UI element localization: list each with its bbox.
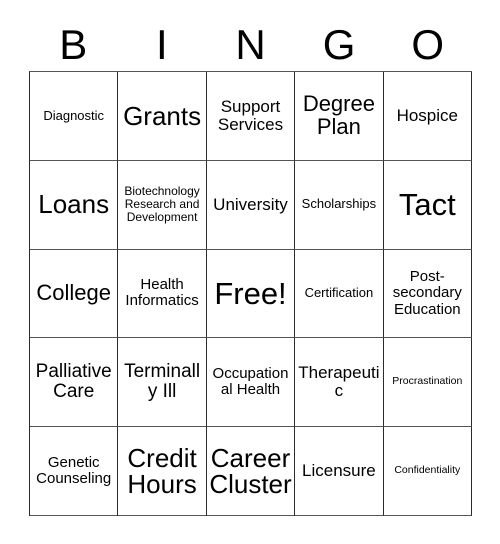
bingo-cell-label: Career Cluster [209,442,292,500]
bingo-cell-label: Biotechnology Research and Development [124,183,200,225]
bingo-cell-label: Degree Plan [302,91,375,139]
bingo-cell[interactable]: College [30,249,119,339]
bingo-cell[interactable]: Credit Hours [118,427,207,516]
bingo-cell[interactable]: Licensure [295,427,384,516]
bingo-cell-label: Therapeutic [298,362,380,401]
bingo-cell[interactable]: Therapeutic [295,338,384,428]
bingo-cell-label: Hospice [396,105,458,125]
bingo-header-letter-o: O [411,20,444,68]
bingo-cell-label: Health Informatics [125,275,199,310]
bingo-cell-label: Licensure [302,460,376,480]
bingo-cell[interactable]: Grants [118,72,207,161]
bingo-cell-label: Terminally Ill [124,361,201,403]
bingo-cell-label: Grants [123,100,202,131]
bingo-cell[interactable]: Support Services [206,72,296,161]
bingo-cell[interactable]: Certification [295,249,384,339]
bingo-cell-label: University [213,194,288,214]
bingo-cell-label: Genetic Counseling [36,453,112,488]
bingo-cell[interactable]: Confidentiality [383,427,472,516]
bingo-cell-label: Support Services [217,96,284,134]
bingo-cell[interactable]: Health Informatics [118,249,207,339]
bingo-cell-label: Post-secondary Education [392,267,462,318]
bingo-cell[interactable]: Terminally Ill [118,338,207,428]
bingo-cell[interactable]: Tact [383,160,472,250]
bingo-cell[interactable]: Genetic Counseling [30,427,119,516]
bingo-cell[interactable]: University [206,160,296,250]
bingo-header-letter-g: G [322,20,356,68]
bingo-cell-label: Free! [214,275,287,311]
bingo-cell-label: Procrastination [392,375,463,388]
bingo-cell[interactable]: Career Cluster [206,427,296,516]
bingo-cell[interactable]: Post-secondary Education [383,249,472,339]
bingo-cell[interactable]: Hospice [383,72,472,161]
bingo-cell-label: College [36,280,111,306]
bingo-cell-label: Occupational Health [212,364,289,399]
bingo-cell-label: Credit Hours [127,442,197,500]
bingo-cell-label: Palliative Care [35,361,112,403]
bingo-header-letter-i: I [156,20,168,68]
bingo-cell-label: Loans [38,189,110,220]
bingo-cell-label: Diagnostic [43,107,105,123]
bingo-cell-label: Scholarships [301,196,377,212]
bingo-cell-label: Confidentiality [394,464,461,477]
bingo-header-letter-n: N [235,20,266,68]
bingo-card: B I N G O Diagnostic Grants Support Servic… [0,0,500,544]
bingo-header-letter-b: B [59,20,88,68]
bingo-cell[interactable]: Palliative Care [30,338,119,428]
bingo-header-row: B I N G O [29,18,472,71]
bingo-cell[interactable]: Scholarships [295,160,384,250]
bingo-cell-label: Certification [304,285,374,301]
bingo-cell[interactable]: Diagnostic [30,72,119,161]
bingo-cell[interactable]: Loans [30,160,119,250]
bingo-cell[interactable]: Occupational Health [206,338,296,428]
bingo-cell-label: Tact [398,187,456,223]
bingo-grid: Diagnostic Grants Support Services Degree P… [29,71,472,516]
bingo-cell[interactable]: Biotechnology Research and Development [118,160,207,250]
bingo-cell[interactable]: Degree Plan [295,72,384,161]
bingo-cell-free[interactable]: Free! [206,249,296,339]
bingo-cell[interactable]: Procrastination [383,338,472,428]
